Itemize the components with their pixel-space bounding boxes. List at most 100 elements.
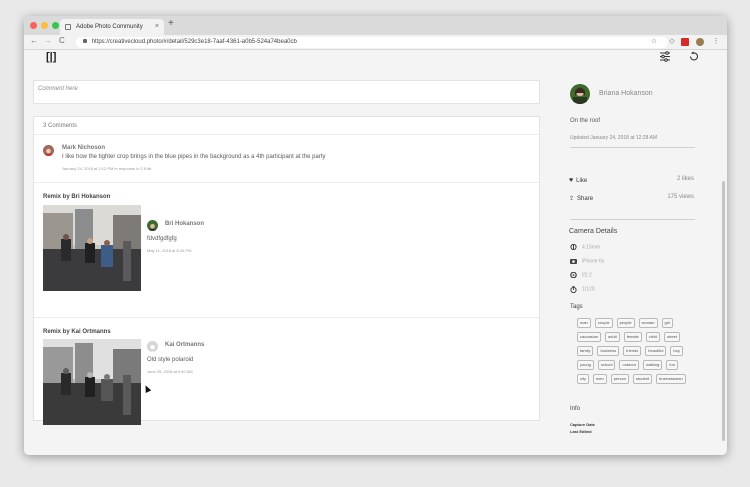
tag[interactable]: student: [633, 374, 653, 384]
comment-meta: January 24, 2018 at 2:12 PM in response …: [62, 166, 151, 171]
lock-icon: [83, 39, 87, 43]
tag[interactable]: couple: [594, 318, 613, 328]
tag[interactable]: street: [663, 332, 680, 342]
tag[interactable]: woman: [638, 318, 658, 328]
camera-detail-row: f/2.2: [570, 271, 592, 279]
tag[interactable]: young: [577, 360, 594, 370]
shield-extension-icon[interactable]: ◇: [668, 38, 676, 46]
reload-icon[interactable]: C: [59, 36, 65, 45]
window-controls: [30, 22, 59, 29]
browser-tab[interactable]: Adobe Photo Community ×: [60, 19, 164, 35]
like-label: Like: [576, 178, 588, 184]
tag[interactable]: school: [597, 360, 616, 370]
bookmark-star-icon[interactable]: ☆: [650, 38, 658, 46]
tab-title: Adobe Photo Community: [76, 24, 143, 30]
remix-title: Remix by Bri Hokanson: [43, 194, 111, 200]
tag[interactable]: man: [577, 318, 591, 328]
remix-author[interactable]: Bri Hokanson: [165, 221, 204, 227]
back-icon[interactable]: ←: [30, 36, 38, 45]
updated-date: Updated January 24, 2018 at 12:28 AM: [570, 135, 658, 141]
share-button[interactable]: ⇪ Share: [569, 195, 593, 202]
revert-icon[interactable]: [688, 51, 699, 65]
tag[interactable]: person: [610, 374, 630, 384]
zoom-window-button[interactable]: [52, 22, 59, 29]
forward-icon[interactable]: →: [44, 36, 52, 45]
remix-author[interactable]: Kai Ortmanns: [165, 342, 204, 348]
camera-detail-row: iPhone 6s: [570, 258, 604, 264]
timer-icon: [570, 286, 577, 294]
focal-length: 4.15mm: [582, 244, 601, 251]
remix-text: Old style polaroid: [147, 357, 194, 363]
page-scrollbar[interactable]: [722, 181, 725, 441]
close-tab-icon[interactable]: ×: [155, 19, 159, 35]
tag[interactable]: family: [577, 346, 594, 356]
share-label: Share: [577, 196, 594, 202]
tag[interactable]: people: [616, 318, 635, 328]
capture-date-label: Capture Date: [570, 422, 595, 427]
remix-title: Remix by Kai Ortmanns: [43, 329, 111, 335]
tags-heading: Tags: [570, 304, 583, 310]
comments-panel: 3 Comments Mark Nichoson I like how the …: [33, 116, 540, 425]
url-text: https://creativecloud.photo/#/detail/529…: [91, 39, 297, 45]
aperture: f/2.2: [582, 272, 592, 279]
tag[interactable]: female: [623, 332, 642, 342]
like-button[interactable]: ♥ Like: [569, 177, 587, 184]
share-icon: ⇪: [569, 196, 575, 202]
tag[interactable]: walking: [643, 360, 663, 370]
divider: [34, 182, 539, 183]
remix-photo[interactable]: [43, 339, 141, 425]
avatar[interactable]: [147, 220, 158, 231]
tag[interactable]: adult: [605, 332, 620, 342]
tag[interactable]: girl: [661, 318, 673, 328]
address-bar[interactable]: https://creativecloud.photo/#/detail/529…: [76, 37, 668, 48]
camera-icon: [570, 258, 577, 264]
close-window-button[interactable]: [30, 22, 37, 29]
camera-model: iPhone 6s: [582, 258, 605, 265]
browser-toolbar: ← → C https://creativecloud.photo/#/deta…: [24, 35, 727, 50]
site-logo[interactable]: [|]: [46, 51, 56, 63]
tag[interactable]: friends: [623, 346, 642, 356]
owner-name[interactable]: Briana Hokanson: [599, 90, 653, 97]
tag[interactable]: city: [577, 374, 589, 384]
tag[interactable]: child: [645, 332, 660, 342]
camera-detail-row: 1/120: [570, 286, 595, 294]
remix-photo[interactable]: [43, 205, 141, 291]
profile-avatar[interactable]: [696, 38, 704, 46]
tag[interactable]: beautiful: [645, 346, 667, 356]
info-heading: Info: [570, 406, 581, 412]
divider: [34, 317, 539, 318]
minimize-window-button[interactable]: [41, 22, 48, 29]
tag[interactable]: caucasian: [577, 332, 602, 342]
shutter-speed: 1/120: [582, 286, 595, 293]
remix-text: fdvdfgdfgfg: [147, 236, 177, 242]
tag[interactable]: fun: [666, 360, 678, 370]
photo-title: On the roof: [570, 118, 601, 124]
divider: [570, 219, 695, 220]
aperture-icon: [570, 271, 577, 279]
tab-strip: Adobe Photo Community × +: [24, 16, 727, 35]
comments-count: 3 Comments: [43, 123, 78, 129]
filter-settings-icon[interactable]: [659, 51, 671, 65]
remix-date: June 25, 2018 at 9:40 AM: [147, 369, 193, 374]
tag[interactable]: business: [597, 346, 620, 356]
views-count: 175 views: [667, 194, 694, 200]
extension-icon[interactable]: [681, 38, 689, 46]
camera-detail-row: 4.15mm: [570, 243, 601, 251]
tag[interactable]: men: [593, 374, 607, 384]
browser-window: Adobe Photo Community × + ← → C https://…: [24, 16, 727, 455]
likes-count: 2 likes: [676, 176, 694, 182]
avatar[interactable]: [43, 145, 54, 156]
tag[interactable]: businessman: [656, 374, 686, 384]
comment-input[interactable]: Comment here: [33, 80, 540, 104]
photo-details-sidebar: Briana Hokanson On the roof Updated Janu…: [555, 73, 727, 443]
new-tab-button[interactable]: +: [168, 18, 174, 29]
comment-text: I like how the tighter crop brings in th…: [62, 154, 326, 160]
owner-avatar[interactable]: [570, 84, 590, 104]
comment-author[interactable]: Mark Nichoson: [62, 145, 105, 151]
avatar[interactable]: [147, 341, 158, 352]
divider: [34, 134, 539, 135]
camera-details-heading: Camera Details: [569, 228, 618, 235]
tag[interactable]: boy: [670, 346, 683, 356]
browser-menu-icon[interactable]: ⋮: [712, 38, 720, 46]
tag[interactable]: outdoor: [619, 360, 640, 370]
